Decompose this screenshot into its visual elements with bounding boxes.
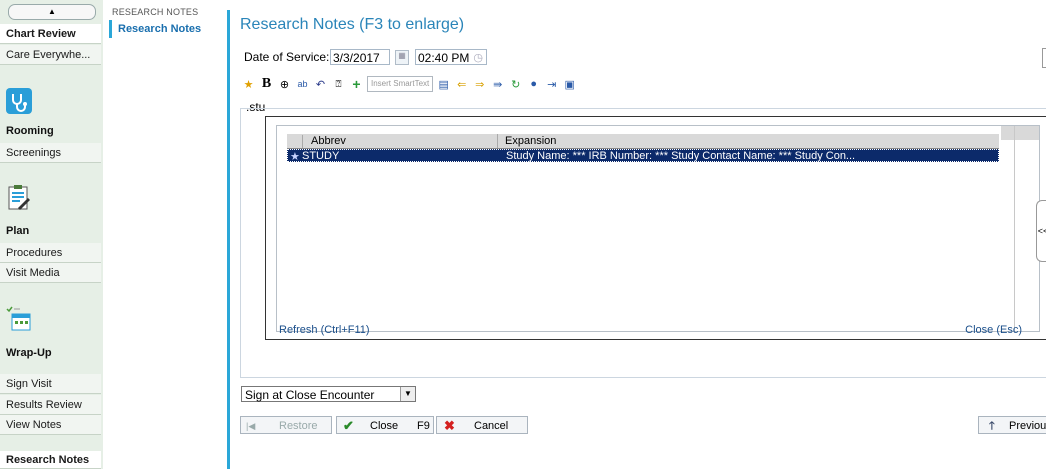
clock-icon: ◷: [473, 52, 483, 64]
cancel-x-icon: ✖: [444, 418, 455, 433]
star-plus-icon[interactable]: ★: [241, 77, 256, 92]
section-nav: RESEARCH NOTES Research Notes: [103, 0, 226, 469]
insert-smarttext-input[interactable]: Insert SmartText: [367, 76, 434, 92]
undo-icon[interactable]: ↶: [313, 77, 328, 92]
smartlist-icon[interactable]: ▤: [436, 77, 451, 92]
sidebar-group-label: Wrap-Up: [6, 347, 52, 359]
sidebar-item-visit-media[interactable]: Visit Media: [0, 263, 101, 283]
sidebar-group-rooming[interactable]: Rooming: [0, 84, 101, 137]
grid-header-divider: [497, 134, 498, 148]
sidebar-item-care-everywhere[interactable]: Care Everywhe...: [0, 45, 101, 65]
sidebar-item-screenings[interactable]: Screenings: [0, 143, 101, 163]
sidebar-item-results-review[interactable]: Results Review: [0, 395, 101, 415]
contact-card-icon[interactable]: ▣: [562, 77, 577, 92]
section-nav-header: RESEARCH NOTES: [112, 7, 199, 17]
sign-option-select[interactable]: Sign at Close Encounter ▼: [241, 386, 416, 402]
clipboard-plan-icon: [8, 185, 30, 210]
grid-header-star-col: [290, 135, 303, 148]
arrow-left-icon[interactable]: ⇐: [454, 77, 469, 92]
grid-header-spacer: [1001, 126, 1039, 140]
calendar-icon[interactable]: ▦: [395, 50, 409, 65]
row-abbrev: STUDY: [302, 150, 340, 162]
sidebar-scroll-up-button[interactable]: ▲: [8, 4, 96, 20]
grid-header: Abbrev Expansion: [287, 134, 999, 149]
sidebar-group-label: Plan: [6, 225, 30, 237]
panel-edge-button[interactable]: [1042, 48, 1046, 68]
smartphrase-list: Abbrev Expansion ★ STUDY Study Name: ***…: [276, 125, 1040, 332]
row-expansion: Study Name: *** IRB Number: *** Study Co…: [506, 150, 856, 162]
sidebar-group-plan[interactable]: Plan: [0, 180, 101, 237]
smartphrase-popup: Abbrev Expansion ★ STUDY Study Name: ***…: [265, 116, 1046, 340]
date-of-service-label: Date of Service:: [244, 50, 330, 64]
grid-header-expansion[interactable]: Expansion: [505, 135, 556, 147]
arrow-up-icon: 🡑: [989, 420, 995, 432]
chevron-down-icon[interactable]: ▼: [400, 387, 415, 401]
close-shortcut: F9: [417, 420, 430, 432]
favorite-star-icon[interactable]: ★: [290, 150, 300, 163]
expand-sidebar-tab[interactable]: <<: [1036, 200, 1046, 262]
date-of-service-input[interactable]: 3/3/2017: [330, 49, 390, 65]
refresh-icon[interactable]: ↻: [508, 77, 523, 92]
editor-toolbar: ★ B ⊕ ab ↶ ⍰ + Insert SmartText ▤ ⇐ ⇒ ⇛ …: [241, 75, 577, 93]
restore-button[interactable]: |◀ Restore: [240, 416, 332, 434]
activity-sidebar: ▲ Chart Review Care Everywhe... Rooming …: [0, 0, 103, 469]
sidebar-item-chart-review[interactable]: Chart Review: [0, 24, 101, 44]
section-nav-item-research-notes[interactable]: Research Notes: [109, 20, 201, 38]
previous-button[interactable]: 🡑 Previous: [978, 416, 1046, 434]
sidebar-item-sign-visit[interactable]: Sign Visit: [0, 374, 101, 394]
refresh-link[interactable]: Refresh (Ctrl+F11): [279, 324, 370, 336]
table-row[interactable]: ★ STUDY Study Name: *** IRB Number: *** …: [287, 149, 999, 163]
microphone-icon[interactable]: ●: [526, 77, 541, 92]
cancel-button[interactable]: ✖ Cancel: [436, 416, 528, 434]
sidebar-group-label: Rooming: [6, 125, 54, 137]
sidebar-item-research-notes[interactable]: Research Notes: [0, 451, 101, 469]
restore-icon: |◀: [246, 421, 256, 431]
arrow-right-icon[interactable]: ⇒: [472, 77, 487, 92]
bold-icon[interactable]: B: [259, 76, 274, 92]
sidebar-group-wrap-up[interactable]: Wrap-Up: [0, 302, 101, 359]
close-button[interactable]: ✔ Close F9: [336, 416, 434, 434]
list-arrow-icon[interactable]: ⇛: [490, 77, 505, 92]
calendar-checklist-icon: [6, 306, 31, 331]
smartlink-icon[interactable]: ⍰: [331, 77, 346, 92]
stethoscope-icon: [6, 88, 32, 114]
import-icon[interactable]: ⇥: [544, 77, 559, 92]
page-title[interactable]: Research Notes (F3 to enlarge): [240, 16, 464, 34]
time-input[interactable]: 02:40 PM ◷: [415, 49, 487, 65]
sidebar-item-view-notes[interactable]: View Notes: [0, 415, 101, 435]
close-link[interactable]: Close (Esc): [965, 324, 1022, 336]
grid-header-abbrev[interactable]: Abbrev: [311, 135, 346, 147]
checkmark-icon: ✔: [343, 418, 354, 433]
sidebar-item-procedures[interactable]: Procedures: [0, 243, 101, 263]
add-icon[interactable]: +: [349, 76, 364, 92]
popup-scrollbar-track[interactable]: [1014, 126, 1015, 331]
zoom-icon[interactable]: ⊕: [277, 77, 292, 92]
research-notes-panel: Research Notes (F3 to enlarge) Date of S…: [227, 10, 1046, 469]
spellcheck-icon[interactable]: ab: [295, 77, 310, 92]
